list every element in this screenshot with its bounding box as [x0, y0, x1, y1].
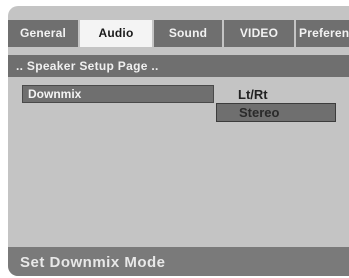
tab-preferences[interactable]: Preferen: [296, 20, 349, 47]
settings-area: Downmix Lt/Rt Stereo: [8, 77, 349, 247]
setup-menu-panel: General Audio Sound VIDEO Preferen .. Sp…: [8, 6, 349, 276]
tab-bar: General Audio Sound VIDEO Preferen: [8, 20, 349, 47]
status-bar: Set Downmix Mode: [8, 247, 349, 276]
menu-item-downmix[interactable]: Downmix: [22, 85, 214, 103]
page-title: .. Speaker Setup Page ..: [8, 55, 349, 77]
option-stereo[interactable]: Stereo: [216, 103, 336, 122]
tab-video[interactable]: VIDEO: [224, 20, 294, 47]
tab-audio[interactable]: Audio: [80, 20, 152, 47]
tab-general[interactable]: General: [8, 20, 78, 47]
option-lt-rt[interactable]: Lt/Rt: [216, 85, 336, 104]
tab-sound[interactable]: Sound: [154, 20, 222, 47]
